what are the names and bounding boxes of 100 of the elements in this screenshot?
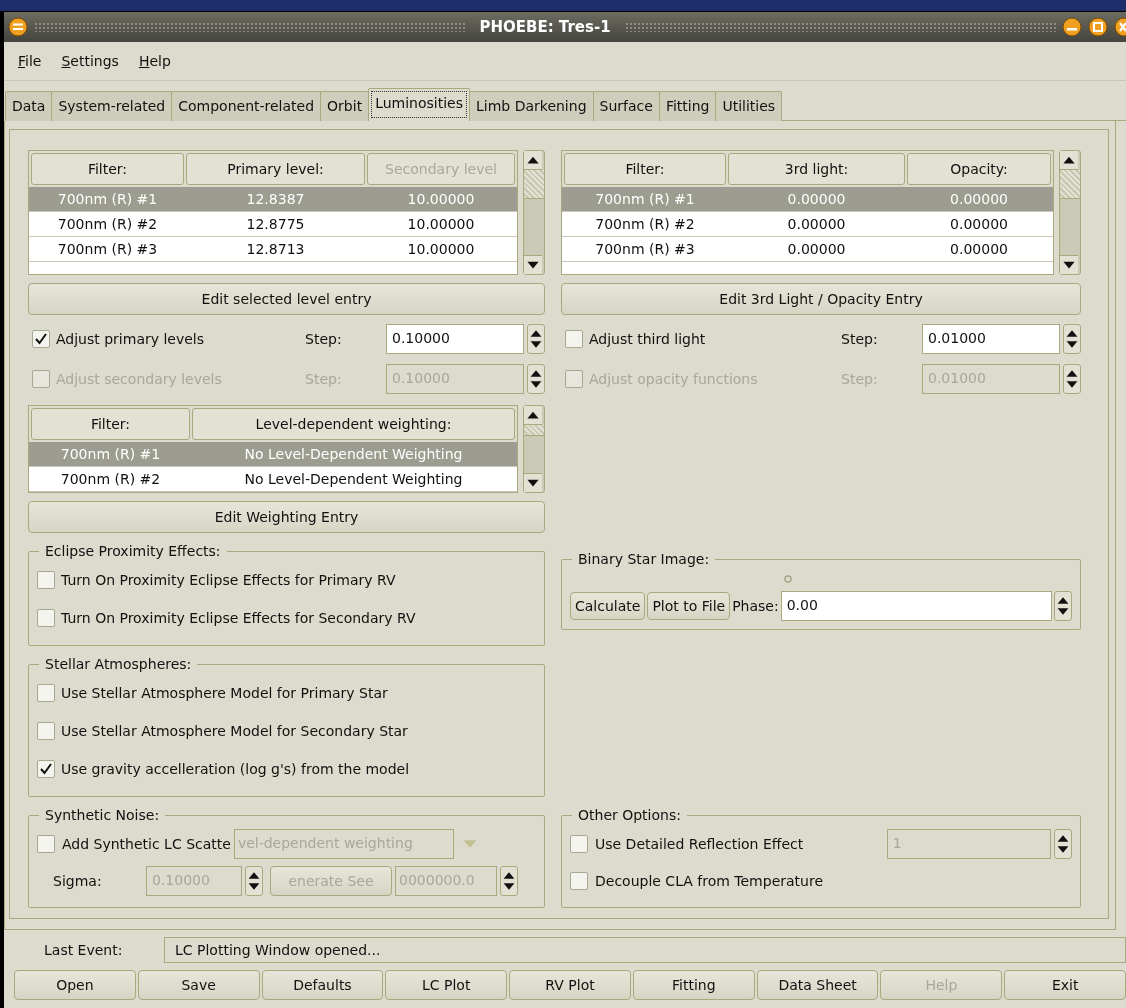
phase-label: Phase: [732,598,779,614]
group-title: Synthetic Noise: [44,807,161,823]
minimize-icon[interactable] [1062,17,1082,37]
table-cell-text: 700nm (R) #1 [594,191,696,207]
close-icon[interactable] [1114,17,1126,37]
checkbox[interactable] [37,571,55,589]
tab[interactable]: Orbit [320,91,370,121]
checkbox-label: Use Stellar Atmosphere Model for Secondary Star [61,723,408,739]
scroll-down-icon[interactable] [524,255,542,274]
table-cell-text: 0.00000 [786,241,847,257]
checkbox-label: Use Stellar Atmosphere Model for Primary Star [61,685,388,701]
scroll-up-icon[interactable] [524,151,542,170]
group-title: Binary Star Image: [577,551,711,567]
table-row[interactable]: 700nm (R) #2 No Level-Dependent Weighting [29,467,517,492]
scrollbar-thumb[interactable] [1060,170,1080,199]
table-cell-text: 700nm (R) #2 [594,216,696,232]
menu-item[interactable]: File [10,49,50,73]
menu-item[interactable]: Settings [53,49,127,73]
table-cell-text: 0.00000 [949,191,1009,207]
tab[interactable]: Surface [592,91,660,121]
toolbar-button[interactable]: Data Sheet [756,970,879,1000]
toolbar-button[interactable]: LC Plot [385,970,508,1000]
column-header[interactable]: 3rd light: [728,153,905,185]
scrollbar-thumb[interactable] [524,425,544,436]
edit-entry-button[interactable]: Edit 3rd Light / Opacity Entry [561,283,1081,315]
tab[interactable]: Utilities [715,91,783,121]
checkbox-label: Turn On Proximity Eclipse Effects for Secondary RV [61,610,416,626]
tab[interactable]: Fitting [658,91,717,121]
edit-entry-button[interactable]: Edit selected level entry [28,283,545,315]
action-button[interactable]: Plot to File [647,592,731,620]
checkbox[interactable] [570,834,588,853]
edit-entry-button[interactable]: Edit Weighting Entry [28,501,545,533]
checkbox-label: Decouple CLA from Temperature [595,872,823,889]
tab[interactable]: Luminosities [368,88,470,121]
checkbox-label: Adjust primary levels [56,331,205,347]
table-row[interactable]: 700nm (R) #2 0.00000 0.00000 [562,212,1053,237]
phase-field[interactable]: 0.00 [780,591,1052,621]
checkbox[interactable] [37,609,55,627]
maximize-icon[interactable] [1088,17,1108,37]
scroll-down-icon[interactable] [524,473,542,492]
toolbar-button[interactable]: Exit [1004,970,1126,1000]
checkbox[interactable] [37,722,55,740]
step-field[interactable]: 0.10000 [386,324,524,354]
toolbar-button[interactable]: Defaults [261,970,384,1000]
checkbox-label: Add Synthetic LC Scatte [62,835,231,852]
scrollbar[interactable] [1059,150,1081,275]
checkbox-label: Use Detailed Reflection Effect [595,835,805,852]
tab[interactable]: Data [5,91,53,121]
scrollbar[interactable] [523,150,545,275]
tab[interactable]: Limb Darkening [469,91,594,121]
checkbox[interactable] [37,684,55,702]
checkbox[interactable] [37,760,55,778]
spin-button[interactable] [527,364,545,394]
checkbox[interactable] [32,330,50,348]
column-header[interactable]: Filter: [31,153,184,185]
scroll-down-icon[interactable] [1060,255,1078,274]
toolbar-button[interactable]: RV Plot [509,970,631,1000]
spin-button[interactable] [1054,591,1072,621]
column-header[interactable]: Opacity: [907,153,1051,185]
action-button[interactable]: Calculate [570,592,646,620]
status-label: Last Event: [43,942,124,958]
scroll-up-icon[interactable] [1060,151,1078,170]
table-cell-text: 10.00000 [406,241,476,257]
column-header[interactable]: Level-dependent weighting: [192,408,515,440]
spin-button[interactable] [1054,828,1072,859]
spin-button[interactable] [1063,364,1081,394]
scroll-up-icon[interactable] [524,406,542,425]
tab[interactable]: Component-related [171,91,322,121]
table-cell-text: 700nm (R) #2 [56,216,159,232]
checkbox[interactable] [37,834,55,853]
step-field[interactable]: 0.01000 [922,324,1060,354]
spin-button[interactable] [500,865,518,896]
checkbox[interactable] [565,330,583,348]
checkbox-label: Use gravity accelleration (log g's) from the model [61,761,410,777]
table-cell-text: 12.8775 [245,216,306,232]
table-cell-text: 0.00000 [786,191,847,207]
table-row[interactable]: 700nm (R) #3 12.8713 10.00000 [29,237,517,262]
tab[interactable]: System-related [51,91,173,121]
table-cell-text: 0.00000 [786,216,847,232]
table-row[interactable]: 700nm (R) #2 12.8775 10.00000 [29,212,517,237]
table-cell-text: 12.8387 [245,191,306,207]
spin-button[interactable] [245,865,263,896]
window-title: PHOEBE: Tres-1 [478,18,612,36]
scrollbar[interactable] [523,405,545,493]
window-menu-icon[interactable] [8,17,28,37]
column-header[interactable]: Primary level: [186,153,365,185]
toolbar-button[interactable]: Fitting [632,970,755,1000]
column-header[interactable]: Filter: [564,153,726,185]
menu-item[interactable]: Help [130,49,179,73]
spin-button[interactable] [1063,324,1081,354]
toolbar-button[interactable]: Save [137,970,260,1000]
spin-button[interactable] [527,324,545,354]
checkbox[interactable] [570,871,588,890]
toolbar-button[interactable]: Open [14,970,136,1000]
group-title: Other Options: [577,807,682,823]
table-row[interactable]: 700nm (R) #3 0.00000 0.00000 [562,237,1053,262]
table-cell-text: 12.8713 [245,241,306,257]
sigma-label: Sigma: [52,872,103,889]
column-header[interactable]: Filter: [31,408,190,440]
scrollbar-thumb[interactable] [524,170,544,199]
